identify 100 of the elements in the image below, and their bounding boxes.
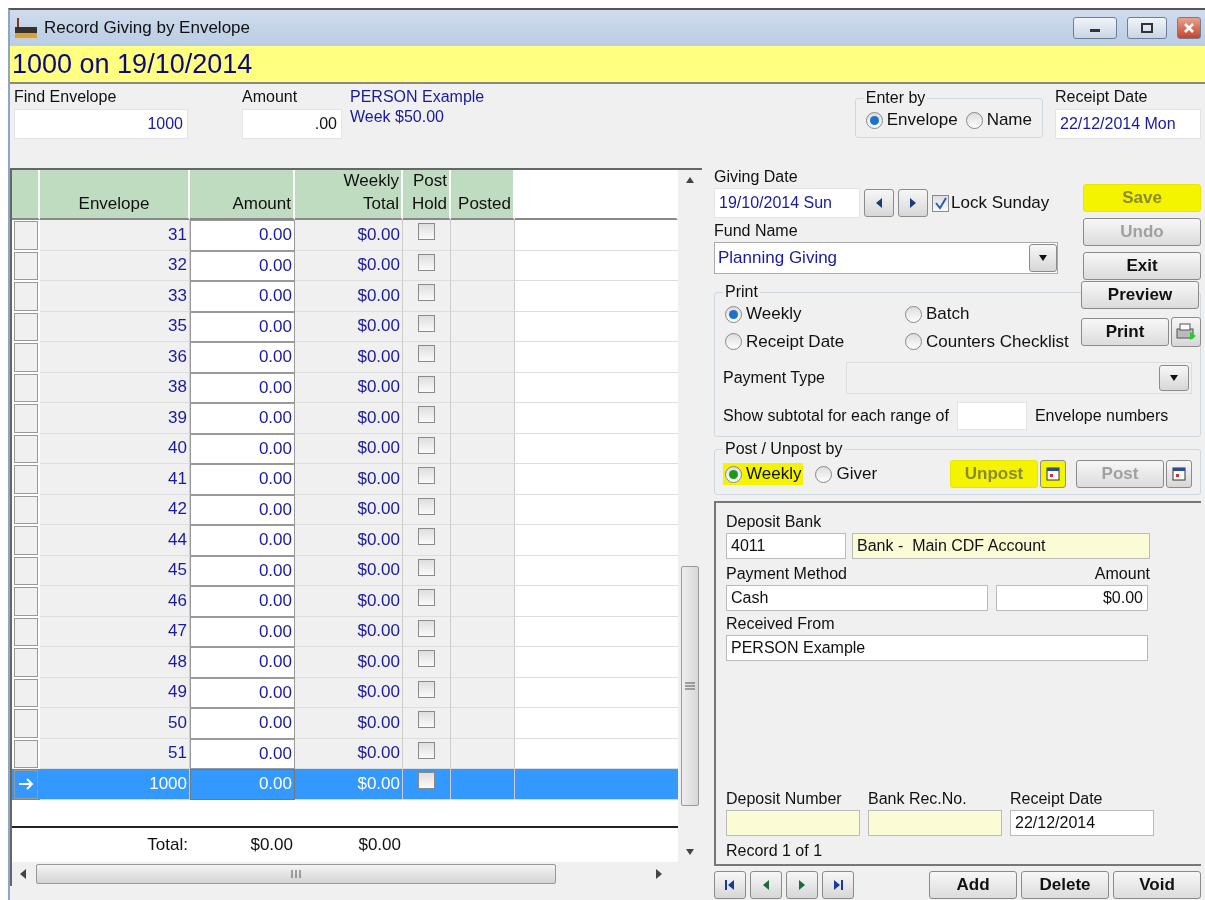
amount-cell[interactable]: 0.00: [190, 647, 295, 678]
printer-button[interactable]: [1171, 317, 1201, 347]
checkbox[interactable]: [418, 741, 435, 759]
radio-button[interactable]: Weekly: [723, 303, 804, 325]
row-selector[interactable]: [14, 587, 38, 616]
calendar-button[interactable]: [1040, 460, 1066, 488]
radio-button[interactable]: Receipt Date: [723, 330, 847, 353]
fund-dropdown[interactable]: Planning Giving: [714, 242, 1058, 274]
row-selector[interactable]: [14, 648, 38, 677]
row-selector[interactable]: [14, 617, 38, 646]
amount-cell[interactable]: 0.00: [190, 250, 295, 281]
amount-cell[interactable]: 0.00: [190, 464, 295, 495]
checkbox[interactable]: [418, 223, 435, 240]
date-field[interactable]: 22/12/2014 Mon: [1055, 109, 1201, 139]
row-selector[interactable]: [14, 709, 38, 738]
input-field[interactable]: .00: [242, 109, 342, 139]
grid-row[interactable]: 48 0.00 $0.00: [12, 647, 678, 678]
checkbox[interactable]: [418, 619, 435, 637]
action-button[interactable]: Delete: [1021, 871, 1109, 899]
amount-cell[interactable]: 0.00: [190, 677, 295, 708]
grid-row[interactable]: 47 0.00 $0.00: [12, 616, 678, 647]
date-field[interactable]: 22/12/2014: [1010, 810, 1154, 836]
column-header[interactable]: Posted: [451, 170, 515, 220]
row-selector[interactable]: [14, 434, 38, 463]
amount-cell[interactable]: 0.00: [190, 525, 295, 556]
row-selector[interactable]: [14, 465, 38, 494]
column-header[interactable]: Post Hold: [403, 170, 451, 220]
row-selector[interactable]: [14, 251, 38, 280]
row-selector[interactable]: [14, 282, 38, 311]
grid-row[interactable]: 36 0.00 $0.00: [12, 342, 678, 373]
checkbox[interactable]: [418, 467, 435, 484]
row-selector[interactable]: [14, 526, 38, 555]
input-field[interactable]: [956, 402, 1027, 430]
checkbox[interactable]: [418, 711, 435, 728]
checkbox[interactable]: [418, 436, 435, 454]
amount-cell[interactable]: 0.00: [190, 220, 295, 251]
amount-cell[interactable]: 0.00: [190, 738, 295, 769]
checkbox[interactable]: [418, 589, 435, 606]
navigation-button[interactable]: [786, 871, 818, 899]
lock-sunday-checkbox[interactable]: Lock Sunday: [932, 193, 1050, 213]
amount-cell[interactable]: 0.00: [190, 281, 295, 312]
next-button[interactable]: [898, 189, 928, 217]
checkbox[interactable]: [418, 558, 435, 576]
maximize-button[interactable]: [1127, 17, 1167, 39]
input-field[interactable]: 4011: [726, 533, 846, 559]
column-header[interactable]: Weekly Total: [295, 170, 403, 220]
grid-row[interactable]: 31 0.00 $0.00: [12, 220, 678, 251]
action-button[interactable]: Exit: [1083, 252, 1201, 280]
column-header[interactable]: Envelope: [40, 170, 190, 220]
grid-row[interactable]: 39 0.00 $0.00: [12, 403, 678, 434]
radio-button[interactable]: Envelope: [863, 109, 960, 131]
grid-row[interactable]: 35 0.00 $0.00: [12, 311, 678, 342]
grid-row[interactable]: 50 0.00 $0.00: [12, 708, 678, 739]
checkbox[interactable]: [418, 284, 435, 301]
checkbox[interactable]: [418, 650, 435, 667]
input-field[interactable]: $0.00: [996, 585, 1148, 611]
amount-cell[interactable]: 0.00: [190, 372, 295, 403]
amount-cell[interactable]: 0.00: [190, 586, 295, 617]
radio-button[interactable]: Weekly: [723, 463, 804, 485]
row-selector[interactable]: [14, 404, 38, 433]
input-field[interactable]: Cash: [726, 585, 988, 611]
row-selector[interactable]: [14, 221, 38, 250]
row-selector[interactable]: [14, 343, 38, 372]
checkbox[interactable]: [418, 406, 435, 423]
amount-cell[interactable]: 0.00: [190, 311, 295, 342]
grid-row[interactable]: 46 0.00 $0.00: [12, 586, 678, 617]
grid-row[interactable]: 45 0.00 $0.00: [12, 555, 678, 586]
grid-row[interactable]: 38 0.00 $0.00: [12, 372, 678, 403]
checkbox[interactable]: [418, 497, 435, 515]
grid-row[interactable]: 42 0.00 $0.00: [12, 494, 678, 525]
grid-row[interactable]: 41 0.00 $0.00: [12, 464, 678, 495]
grid-row[interactable]: 33 0.00 $0.00: [12, 281, 678, 312]
amount-cell[interactable]: 0.00: [190, 616, 295, 647]
amount-cell[interactable]: 0.00: [190, 708, 295, 739]
scroll-thumb[interactable]: [36, 864, 556, 884]
print-button[interactable]: Print: [1081, 318, 1169, 346]
action-button[interactable]: Void: [1113, 871, 1201, 899]
navigation-button[interactable]: [822, 871, 854, 899]
row-selector[interactable]: [14, 770, 38, 799]
previous-button[interactable]: [864, 189, 894, 217]
horizontal-scrollbar[interactable]: [12, 862, 702, 886]
checkbox[interactable]: [418, 314, 435, 332]
row-selector[interactable]: [14, 373, 38, 402]
close-button[interactable]: [1177, 17, 1201, 39]
checkbox[interactable]: [418, 772, 435, 789]
grid-row[interactable]: 32 0.00 $0.00: [12, 250, 678, 281]
grid-row[interactable]: 51 0.00 $0.00: [12, 738, 678, 769]
amount-cell[interactable]: 0.00: [190, 494, 295, 525]
row-selector[interactable]: [14, 312, 38, 341]
grid-row[interactable]: 49 0.00 $0.00: [12, 677, 678, 708]
action-button[interactable]: Add: [929, 871, 1017, 899]
row-selector[interactable]: [14, 678, 38, 707]
checkbox[interactable]: [418, 528, 435, 545]
radio-button[interactable]: Name: [963, 109, 1034, 131]
row-selector[interactable]: [14, 556, 38, 585]
checkbox[interactable]: [418, 345, 435, 362]
grid-row[interactable]: 40 0.00 $0.00: [12, 433, 678, 464]
row-selector[interactable]: [14, 495, 38, 524]
checkbox[interactable]: [418, 253, 435, 271]
calendar-button[interactable]: [1166, 460, 1192, 488]
